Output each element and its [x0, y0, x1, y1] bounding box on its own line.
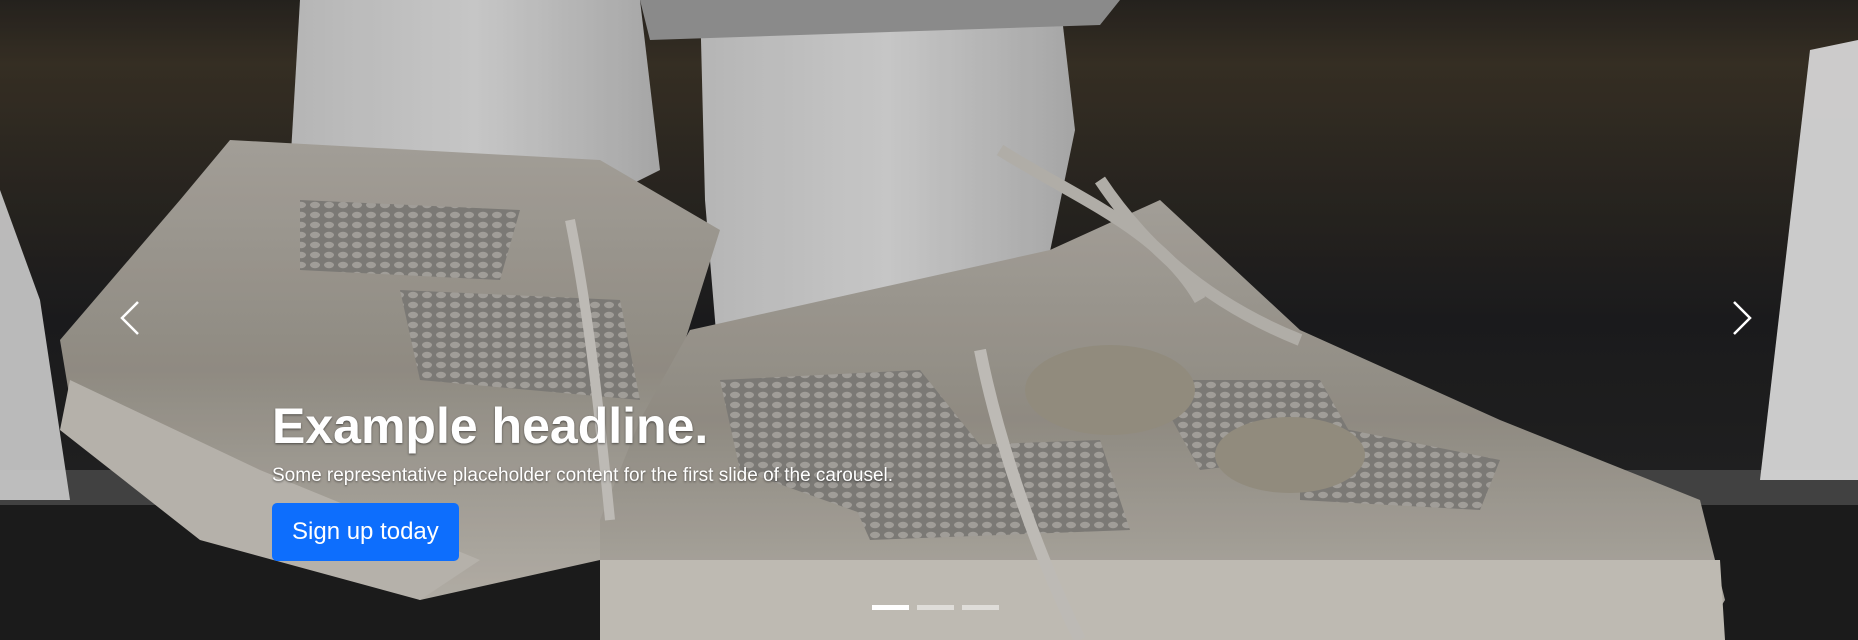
carousel-prev-button[interactable] [110, 290, 150, 350]
carousel-next-button[interactable] [1722, 290, 1762, 350]
chevron-right-icon [1730, 298, 1754, 343]
carousel-caption: Example headline. Some representative pl… [272, 395, 1272, 561]
carousel-indicator-2[interactable] [917, 605, 954, 610]
caption-headline: Example headline. [272, 398, 709, 454]
carousel-indicators [872, 605, 999, 610]
sign-up-button[interactable]: Sign up today [272, 503, 459, 561]
hero-carousel: Example headline. Some representative pl… [0, 0, 1858, 640]
carousel-indicator-3[interactable] [962, 605, 999, 610]
chevron-left-icon [118, 298, 142, 343]
carousel-indicator-1[interactable] [872, 605, 909, 610]
caption-text: Some representative placeholder content … [272, 465, 894, 486]
